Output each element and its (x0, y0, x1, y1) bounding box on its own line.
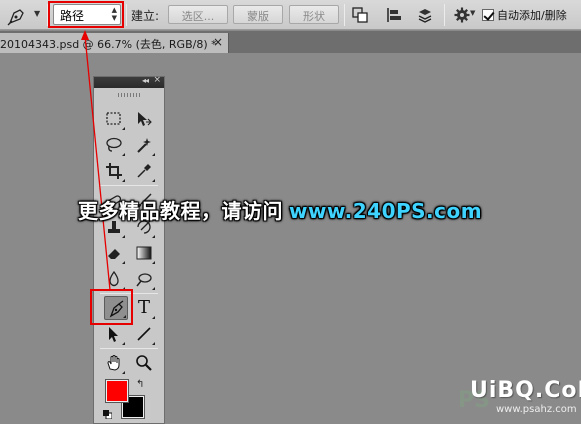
site-watermark-url: www.psahz.com (496, 404, 577, 415)
promo-banner: 更多精品教程，请访问 www.240PS.com (78, 195, 528, 229)
foreground-color-swatch[interactable] (105, 379, 129, 403)
banner-text: 更多精品教程，请访问 (78, 199, 283, 223)
banner-url[interactable]: www.240PS.com (289, 199, 482, 223)
site-watermark: UiBQ.CoM (470, 378, 581, 403)
